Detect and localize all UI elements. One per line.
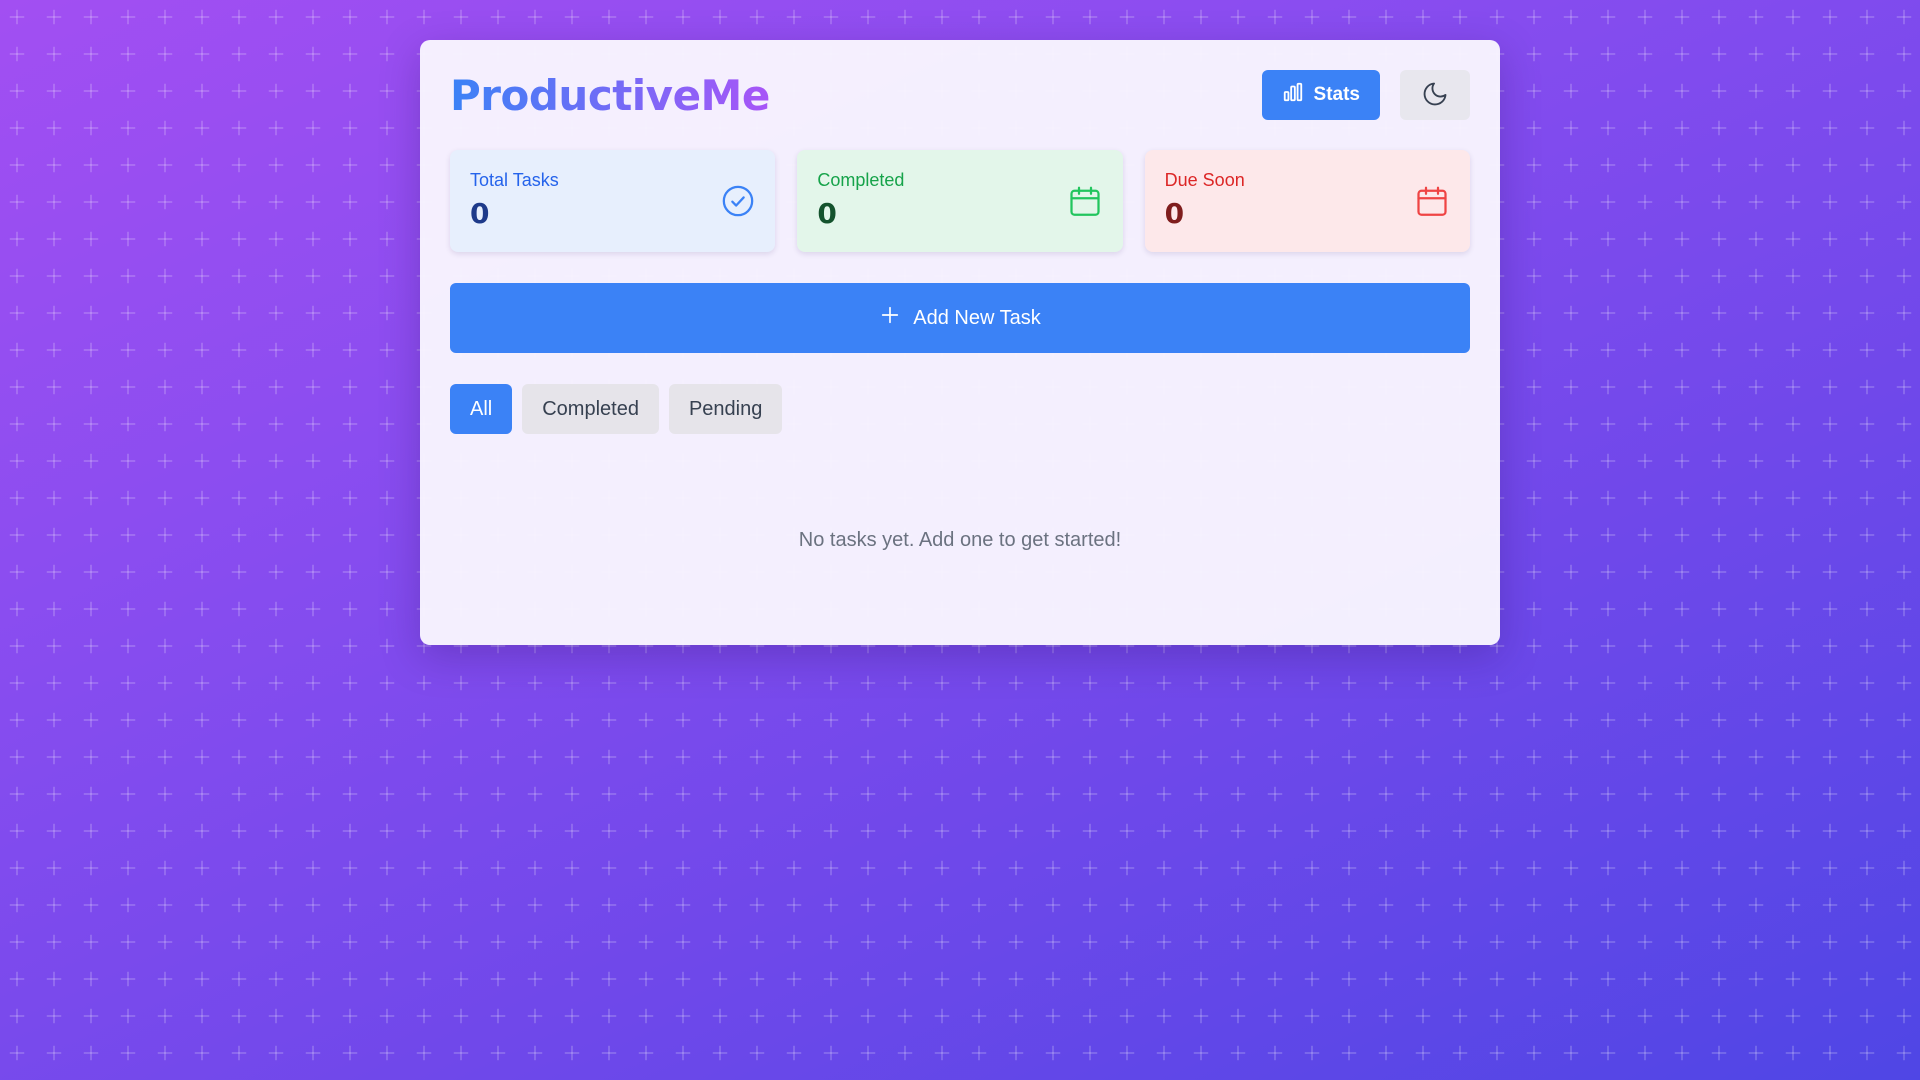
plus-icon [879,304,901,332]
stat-card-completed: Completed 0 [797,150,1123,252]
bar-chart-icon [1282,81,1304,109]
filter-all[interactable]: All [450,384,513,434]
check-circle-icon [721,184,755,223]
stat-label: Completed [817,170,905,190]
theme-toggle-button[interactable] [1400,70,1470,120]
header: ProductiveMe Stats [450,70,1470,120]
filter-tabs: All Completed Pending [450,384,1470,434]
stats-button-label: Stats [1313,84,1360,105]
header-actions: Stats [1261,70,1470,120]
calendar-icon [1414,184,1450,225]
stat-value: 0 [470,197,490,230]
filter-pending[interactable]: Pending [668,384,783,434]
empty-state-message: No tasks yet. Add one to get started! [798,529,1122,551]
main-card: ProductiveMe Stats Total Tasks 0 Complet… [420,40,1500,645]
stat-card-due-soon: Due Soon 0 [1144,150,1470,252]
stat-label: Due Soon [1164,170,1245,190]
filter-completed[interactable]: Completed [522,384,659,434]
stats-button[interactable]: Stats [1261,70,1380,120]
stat-value: 0 [1164,197,1185,230]
stats-row: Total Tasks 0 Completed 0 Due Soon 0 [450,150,1470,252]
app-title: ProductiveMe [450,70,770,120]
stat-value: 0 [817,197,837,230]
stat-card-total-tasks: Total Tasks 0 [450,150,776,252]
add-task-button[interactable]: Add New Task [450,283,1470,353]
add-task-label: Add New Task [913,306,1041,329]
moon-icon [1421,80,1449,111]
calendar-icon [1067,184,1103,225]
stat-label: Total Tasks [470,170,559,190]
